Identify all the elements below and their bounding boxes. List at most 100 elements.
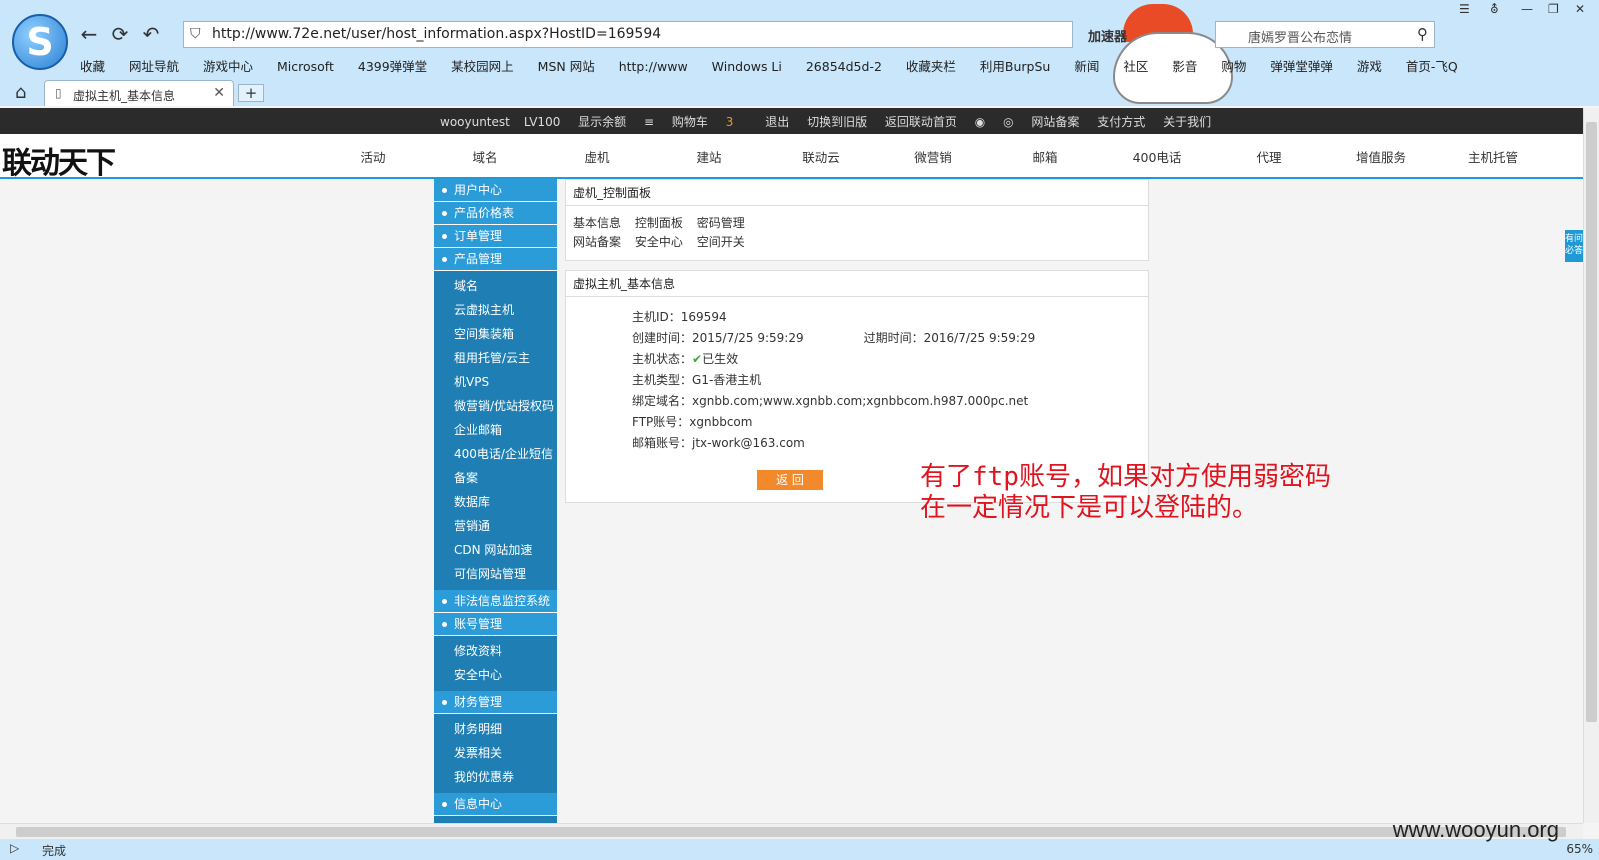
sidebar-item[interactable]: 微营销/优站授权码: [434, 394, 557, 418]
sidebar-item[interactable]: CDN 网站加速: [434, 538, 557, 562]
sidebar-illegal-monitor[interactable]: 非法信息监控系统: [434, 590, 557, 613]
nav-item[interactable]: 活动: [318, 147, 428, 166]
tab-host-info[interactable]: ▯ 虚拟主机_基本信息 ✕: [44, 80, 234, 106]
weibo-icon[interactable]: ◎: [1003, 115, 1013, 129]
nav-item[interactable]: 邮箱: [990, 147, 1100, 166]
filing-link[interactable]: 网站备案: [1031, 113, 1079, 130]
bookmark-item[interactable]: 某校园网上: [451, 56, 514, 75]
nav-item[interactable]: 增值服务: [1326, 147, 1436, 166]
accelerator-button[interactable]: 加速器: [1088, 26, 1127, 45]
link-space-switch[interactable]: 空间开关: [697, 235, 745, 249]
sidebar-item[interactable]: 财务明细: [434, 717, 557, 741]
undo-icon[interactable]: ↶: [139, 22, 163, 46]
sidebar-item[interactable]: 发票相关: [434, 741, 557, 765]
back-button[interactable]: 返 回: [757, 470, 823, 490]
sidebar-item[interactable]: 400电话/企业短信: [434, 442, 557, 466]
bookmark-item[interactable]: 收藏夹栏: [906, 56, 956, 75]
sidebar-item[interactable]: 安全中心: [434, 663, 557, 687]
sidebar-item[interactable]: 租用托管/云主: [434, 346, 557, 370]
minimize-icon[interactable]: —: [1521, 2, 1533, 16]
sidebar-item[interactable]: 域名: [434, 274, 557, 298]
bookmark-item[interactable]: Microsoft: [277, 59, 334, 74]
close-window-icon[interactable]: ✕: [1575, 2, 1585, 16]
show-balance-link[interactable]: 显示余额: [578, 113, 626, 130]
home-icon[interactable]: ⌂: [15, 82, 26, 103]
bookmark-item[interactable]: 游戏: [1357, 56, 1382, 75]
sidebar-user-center[interactable]: 用户中心: [434, 179, 557, 202]
new-tab-button[interactable]: +: [238, 84, 264, 102]
bookmark-item[interactable]: Windows Li: [712, 59, 782, 74]
link-security-center[interactable]: 安全中心: [635, 235, 683, 249]
bookmark-item[interactable]: 弹弹堂弹弹: [1270, 56, 1333, 75]
username[interactable]: wooyuntest: [440, 115, 510, 129]
back-home-link[interactable]: 返回联动首页: [885, 113, 957, 130]
link-control-panel[interactable]: 控制面板: [635, 216, 683, 230]
bookmark-item[interactable]: 26854d5d-2: [806, 59, 882, 74]
bookmark-item[interactable]: 首页-飞Q: [1406, 56, 1458, 75]
search-icon[interactable]: ⚲: [1417, 25, 1428, 43]
browser-logo-icon[interactable]: S: [12, 14, 68, 70]
sidebar-account-mgmt[interactable]: 账号管理: [434, 613, 557, 636]
bookmark-item[interactable]: 影音: [1172, 56, 1197, 75]
scroll-thumb[interactable]: [16, 827, 1566, 837]
url-text[interactable]: http://www.72e.net/user/host_information…: [212, 26, 661, 42]
address-bar[interactable]: ⛉ http://www.72e.net/user/host_informati…: [183, 21, 1073, 48]
about-link[interactable]: 关于我们: [1163, 113, 1211, 130]
nav-item[interactable]: 建站: [654, 147, 764, 166]
sidebar-item[interactable]: 空间集装箱: [434, 322, 557, 346]
nav-item[interactable]: 400电话: [1102, 147, 1212, 166]
sidebar-item[interactable]: 数据库: [434, 490, 557, 514]
nav-item[interactable]: 虚机: [542, 147, 652, 166]
link-password-mgmt[interactable]: 密码管理: [697, 216, 745, 230]
nav-item[interactable]: 域名: [430, 147, 540, 166]
horizontal-scrollbar[interactable]: [0, 823, 1583, 839]
shirt-icon[interactable]: ⛢: [1490, 2, 1499, 16]
bookmark-item[interactable]: 新闻: [1074, 56, 1099, 75]
sidebar-item[interactable]: 企业邮箱: [434, 418, 557, 442]
payment-link[interactable]: 支付方式: [1097, 113, 1145, 130]
help-side-tag[interactable]: 有问必答: [1565, 230, 1583, 262]
bookmark-item[interactable]: 收藏: [80, 56, 105, 75]
vertical-scrollbar[interactable]: [1583, 108, 1599, 823]
link-basic-info[interactable]: 基本信息: [573, 216, 621, 230]
nav-item[interactable]: 主机托管: [1438, 147, 1548, 166]
logout-link[interactable]: 退出: [765, 113, 789, 130]
sidebar-order-mgmt[interactable]: 订单管理: [434, 225, 557, 248]
bookmark-item[interactable]: 网址导航: [129, 56, 179, 75]
sidebar-item[interactable]: 可信网站管理: [434, 562, 557, 586]
sidebar-info-center[interactable]: 信息中心: [434, 793, 557, 816]
nav-item[interactable]: 代理: [1214, 147, 1324, 166]
site-logo[interactable]: 联动天下: [2, 138, 116, 182]
refresh-icon[interactable]: ⟳: [108, 22, 132, 46]
zoom-level[interactable]: 65%: [1566, 842, 1593, 856]
menu-icon[interactable]: ☰: [1459, 2, 1470, 16]
bookmark-item[interactable]: 利用BurpSu: [980, 56, 1050, 75]
bookmark-item[interactable]: 购物: [1221, 56, 1246, 75]
sidebar-item[interactable]: 修改资料: [434, 639, 557, 663]
sidebar-item[interactable]: 营销通: [434, 514, 557, 538]
search-input[interactable]: 唐嫣罗晋公布恋情 ⚲: [1215, 21, 1435, 48]
bookmark-item[interactable]: 4399弹弹堂: [358, 56, 427, 75]
bookmark-item[interactable]: 游戏中心: [203, 56, 253, 75]
restore-icon[interactable]: ❐: [1548, 2, 1559, 16]
sidebar-item[interactable]: 我的优惠券: [434, 765, 557, 789]
sidebar-toggle-icon[interactable]: ▷: [10, 841, 19, 855]
link-site-filing[interactable]: 网站备案: [573, 235, 621, 249]
bookmark-item[interactable]: MSN 网站: [538, 56, 595, 75]
close-tab-icon[interactable]: ✕: [213, 85, 225, 101]
sidebar-price-list[interactable]: 产品价格表: [434, 202, 557, 225]
sidebar-item[interactable]: 备案: [434, 466, 557, 490]
wechat-icon[interactable]: ◉: [975, 115, 985, 129]
scroll-thumb[interactable]: [1586, 122, 1597, 722]
old-version-link[interactable]: 切换到旧版: [807, 113, 867, 130]
cart-link[interactable]: ≡ 购物车 3: [644, 113, 747, 130]
back-arrow-icon[interactable]: ←: [77, 22, 101, 46]
nav-item[interactable]: 联动云: [766, 147, 876, 166]
sidebar-product-mgmt[interactable]: 产品管理: [434, 248, 557, 271]
sidebar-item[interactable]: 云虚拟主机: [434, 298, 557, 322]
bookmark-item[interactable]: http://www: [619, 59, 688, 74]
sidebar-item[interactable]: 机VPS: [434, 370, 557, 394]
sidebar-finance-mgmt[interactable]: 财务管理: [434, 691, 557, 714]
nav-item[interactable]: 微营销: [878, 147, 988, 166]
bookmark-item[interactable]: 社区: [1123, 56, 1148, 75]
